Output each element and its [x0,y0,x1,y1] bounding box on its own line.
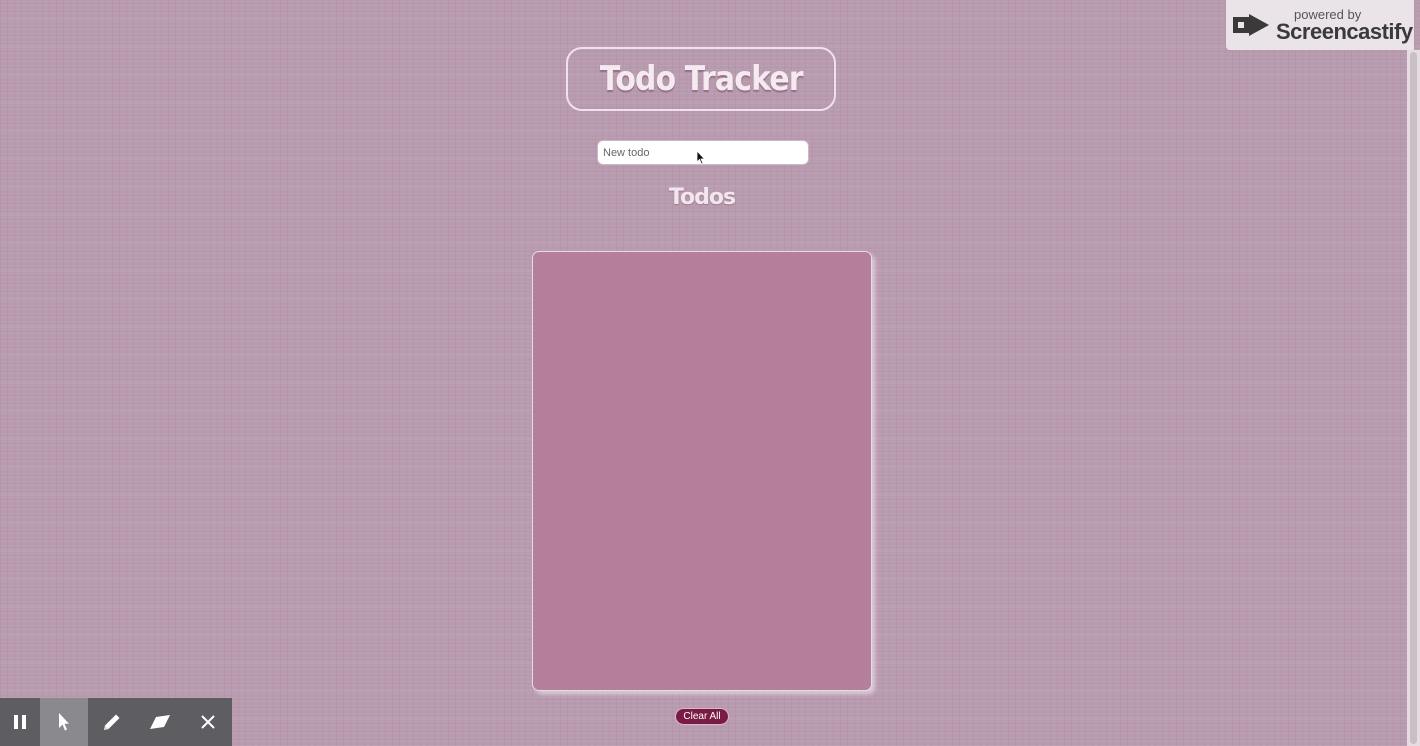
todo-list [532,251,872,691]
pencil-icon [104,714,120,730]
title-box: Todo Tracker [566,47,836,111]
pause-button[interactable] [0,698,40,746]
screencastify-watermark: powered by Screencastify [1226,0,1414,50]
recorder-toolbar [0,698,232,746]
pen-tool-button[interactable] [88,698,136,746]
screencastify-brand: Screencastify [1276,18,1413,44]
screencastify-logo-icon [1233,14,1269,36]
vertical-scrollbar[interactable] [1407,50,1420,746]
close-icon [201,715,215,729]
eraser-tool-button[interactable] [136,698,184,746]
pointer-tool-button[interactable] [40,698,88,746]
todos-heading: Todos [668,185,736,210]
scrollbar-thumb[interactable] [1410,52,1417,744]
eraser-icon [150,715,170,729]
mouse-cursor-icon [696,150,706,165]
cursor-icon [59,713,69,731]
page-title: Todo Tracker [599,59,804,99]
pause-icon [14,715,26,729]
close-toolbar-button[interactable] [184,698,232,746]
clear-all-button[interactable]: Clear All [675,708,729,725]
